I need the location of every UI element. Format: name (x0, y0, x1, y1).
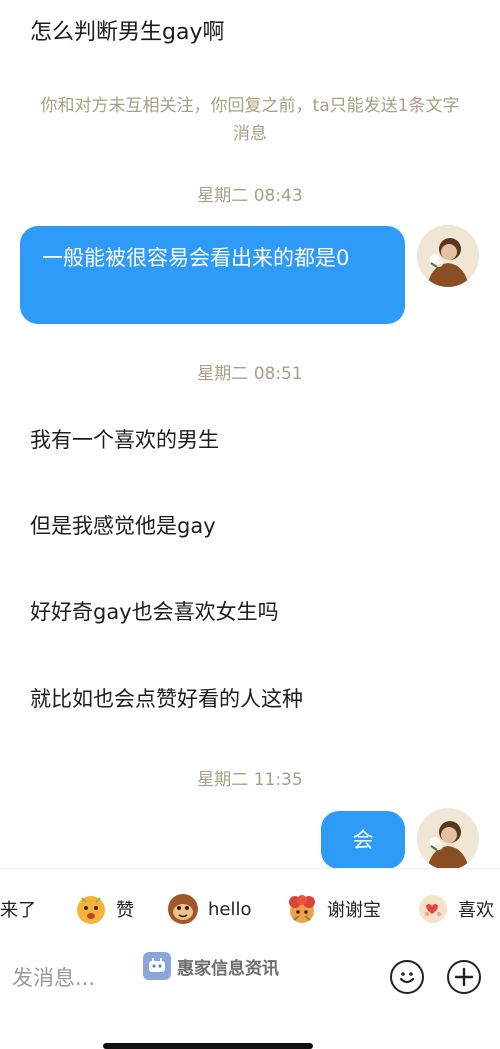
quick-reply-zan[interactable]: 赞 (74, 891, 134, 927)
notice-line-1: 你和对方未互相关注，你回复之前，ta只能发送1条文字 (40, 96, 460, 116)
incoming-message[interactable]: 我有一个喜欢的男生 (30, 424, 219, 454)
thumbs-up-emoji-icon (77, 896, 105, 924)
heart-emoji-icon (419, 895, 447, 923)
incoming-message[interactable]: 就比如也会点赞好看的人这种 (30, 683, 303, 713)
timestamp: 星期二 11:35 (197, 770, 303, 790)
watermark-logo-icon (143, 952, 171, 980)
quick-reply-label: 赞 (116, 900, 134, 921)
quick-reply-xiexiebao[interactable]: 谢谢宝 (285, 891, 381, 927)
monkey-emoji-icon (168, 894, 198, 924)
flower-emoji-icon (289, 895, 315, 923)
avatar-illustration-icon (417, 808, 479, 870)
follow-notice: 你和对方未互相关注，你回复之前，ta只能发送1条文字 消息 (0, 92, 500, 148)
quick-reply-lai-le[interactable]: 来了 (0, 891, 36, 927)
outgoing-message[interactable]: 会 (321, 811, 405, 869)
quick-reply-label: 喜欢 (458, 900, 494, 921)
watermark: 惠家信息资讯 (143, 952, 279, 980)
message-input[interactable]: 发消息... (12, 962, 95, 992)
user-avatar[interactable] (417, 808, 479, 870)
incoming-message[interactable]: 怎么判断男生gay啊 (30, 14, 224, 46)
quick-reply-hello[interactable]: hello (166, 891, 252, 927)
add-button[interactable] (447, 960, 481, 994)
quick-reply-label: hello (208, 898, 252, 920)
user-avatar[interactable] (417, 225, 479, 287)
quick-reply-xihuan[interactable]: 喜欢 (416, 891, 494, 927)
emoji-button[interactable] (390, 960, 424, 994)
plus-icon (454, 967, 474, 987)
timestamp: 星期二 08:51 (197, 364, 303, 384)
incoming-message[interactable]: 但是我感觉他是gay (30, 510, 216, 540)
watermark-text: 惠家信息资讯 (177, 958, 279, 979)
outgoing-message[interactable]: 一般能被很容易会看出来的都是0 (20, 226, 405, 324)
incoming-message[interactable]: 好好奇gay也会喜欢女生吗 (30, 596, 279, 626)
quick-reply-label: 谢谢宝 (327, 900, 381, 921)
avatar-illustration-icon (417, 225, 479, 287)
smile-icon (399, 972, 415, 984)
quick-reply-label: 来了 (0, 900, 36, 921)
notice-line-2: 消息 (233, 124, 267, 144)
timestamp: 星期二 08:43 (197, 186, 303, 206)
home-indicator (103, 1043, 313, 1049)
quick-reply-bar: 来了 赞 hello 谢谢宝 喜欢 (0, 868, 500, 949)
